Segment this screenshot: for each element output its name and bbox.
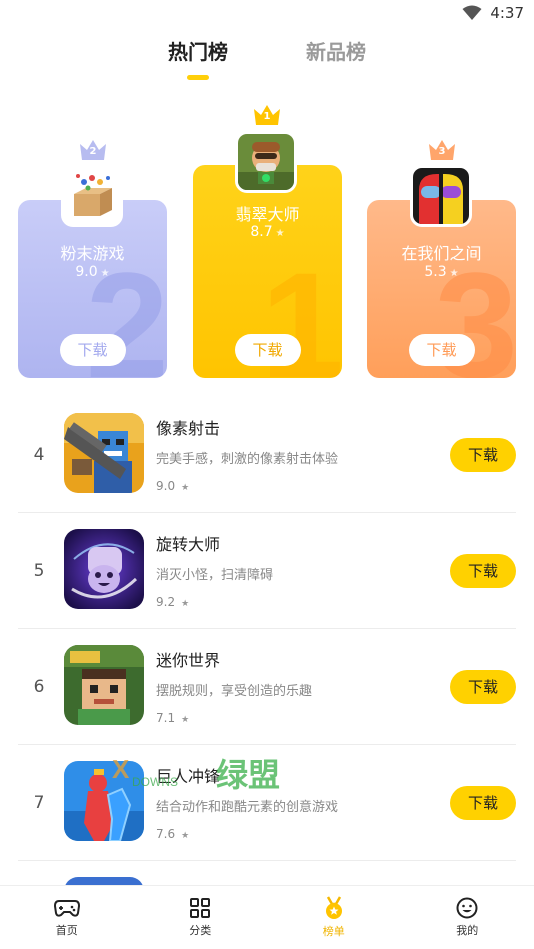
ranking-list: 4 像素射击 完美手感，刺激的像素射击体验 9.0 ★ 下载 5 旋转大师 消灭… xyxy=(0,397,534,949)
grid-icon xyxy=(190,898,211,918)
podium-score-value: 8.7 xyxy=(250,224,273,240)
download-button[interactable]: 下载 xyxy=(408,334,475,366)
list-app-score: 7.6 ★ xyxy=(156,827,189,841)
svg-text:X: X xyxy=(112,754,130,784)
podium-score-value: 5.3 xyxy=(424,264,447,280)
podium-app-name: 翡翠大师 xyxy=(235,205,300,224)
list-rank: 6 xyxy=(33,677,45,697)
star-icon: ★ xyxy=(181,831,190,841)
status-icons: 4:37 xyxy=(462,4,524,22)
star-icon: ★ xyxy=(100,268,110,279)
star-icon: ★ xyxy=(449,268,459,279)
list-app-score: 9.2 ★ xyxy=(156,595,189,609)
podium-app-score: 5.3 ★ xyxy=(367,264,516,280)
svg-text:DOWNS: DOWNS xyxy=(132,775,178,789)
app-icon-among-us[interactable] xyxy=(410,165,472,227)
list-rank: 5 xyxy=(33,561,45,581)
star-icon: ★ xyxy=(181,715,190,725)
star-icon: ★ xyxy=(181,599,190,609)
list-app-desc: 摆脱规则，享受创造的乐趣 xyxy=(156,684,313,699)
nav-item-profile[interactable]: 我的 xyxy=(401,886,534,949)
list-score-value: 9.2 xyxy=(156,595,176,609)
list-app-desc: 结合动作和跑酷元素的创意游戏 xyxy=(156,800,339,815)
app-icon-spin-master[interactable] xyxy=(64,529,144,609)
crown-icon-rank-1: 1 xyxy=(253,104,281,126)
nav-item-category[interactable]: 分类 xyxy=(134,886,268,949)
app-icon-mini-world[interactable] xyxy=(64,645,144,725)
ranking-tabs: 热门榜 新品榜 xyxy=(0,36,534,80)
nav-label-ranking: 榜单 xyxy=(322,925,345,938)
download-button[interactable]: 下载 xyxy=(450,786,516,820)
watermark-text: 绿盟 xyxy=(216,756,280,794)
smile-icon xyxy=(456,897,478,919)
star-icon: ★ xyxy=(181,483,190,493)
app-icon-powder-game[interactable] xyxy=(61,165,123,227)
download-button[interactable]: 下载 xyxy=(450,670,516,704)
download-button[interactable]: 下载 xyxy=(234,334,301,366)
watermark-logo: X DOWNS 绿盟 xyxy=(108,752,298,796)
tab-new[interactable]: 新品榜 xyxy=(306,36,366,65)
nav-item-home[interactable]: 首页 xyxy=(0,886,134,949)
tab-hot-label: 热门榜 xyxy=(168,40,228,64)
app-screen: 4:37 热门榜 新品榜 2 粉末游戏 9.0 ★ 下载 1 翡翠大师 8.7 ★ … xyxy=(0,0,534,949)
list-item[interactable]: 6 迷你世界 摆脱规则，享受创造的乐趣 7.1 ★ 下载 xyxy=(0,629,534,745)
app-icon-emerald-master[interactable] xyxy=(235,131,297,193)
app-icon-pixel-gun[interactable] xyxy=(64,413,144,493)
crown-rank-label: 1 xyxy=(263,111,271,122)
bottom-nav: 首页 分类 榜单 我的 xyxy=(0,885,534,949)
star-icon: ★ xyxy=(275,228,285,239)
status-time: 4:37 xyxy=(490,4,524,22)
crown-icon-rank-3: 3 xyxy=(428,139,456,161)
list-score-value: 9.0 xyxy=(156,479,176,493)
tab-active-indicator xyxy=(187,75,209,80)
podium-card-rank-1[interactable]: 1 翡翠大师 8.7 ★ 下载 xyxy=(193,165,342,378)
podium-app-name: 在我们之间 xyxy=(401,244,482,263)
podium-app-score: 9.0 ★ xyxy=(18,264,167,280)
podium-score-value: 9.0 xyxy=(75,264,98,280)
list-item[interactable]: 4 像素射击 完美手感，刺激的像素射击体验 9.0 ★ 下载 xyxy=(0,397,534,513)
medal-icon xyxy=(325,896,342,919)
list-rank: 7 xyxy=(33,793,45,813)
list-app-score: 9.0 ★ xyxy=(156,479,189,493)
download-button[interactable]: 下载 xyxy=(450,438,516,472)
tab-new-label: 新品榜 xyxy=(306,40,366,64)
nav-label-category: 分类 xyxy=(189,924,212,937)
list-app-name: 迷你世界 xyxy=(156,651,221,670)
tab-hot[interactable]: 热门榜 xyxy=(168,36,228,80)
crown-rank-label: 3 xyxy=(438,146,446,157)
list-score-value: 7.6 xyxy=(156,827,176,841)
crown-icon-rank-2: 2 xyxy=(79,139,107,161)
crown-rank-label: 2 xyxy=(89,146,97,157)
status-bar: 4:37 xyxy=(0,0,534,30)
nav-label-home: 首页 xyxy=(55,924,78,937)
gamepad-icon xyxy=(53,900,80,917)
podium-app-name: 粉末游戏 xyxy=(60,244,125,263)
list-app-score: 7.1 ★ xyxy=(156,711,189,725)
download-button[interactable]: 下载 xyxy=(450,554,516,588)
list-app-desc: 消灭小怪，扫清障碍 xyxy=(156,568,274,583)
podium-app-score: 8.7 ★ xyxy=(193,224,342,240)
wifi-icon xyxy=(462,5,482,20)
nav-item-ranking[interactable]: 榜单 xyxy=(267,886,401,949)
list-app-name: 旋转大师 xyxy=(156,535,221,554)
list-item[interactable]: 5 旋转大师 消灭小怪，扫清障碍 9.2 ★ 下载 xyxy=(0,513,534,629)
list-score-value: 7.1 xyxy=(156,711,176,725)
list-app-desc: 完美手感，刺激的像素射击体验 xyxy=(156,452,339,467)
nav-label-profile: 我的 xyxy=(456,924,479,937)
list-rank: 4 xyxy=(33,445,45,465)
list-app-name: 像素射击 xyxy=(156,419,221,438)
download-button[interactable]: 下载 xyxy=(59,334,126,366)
